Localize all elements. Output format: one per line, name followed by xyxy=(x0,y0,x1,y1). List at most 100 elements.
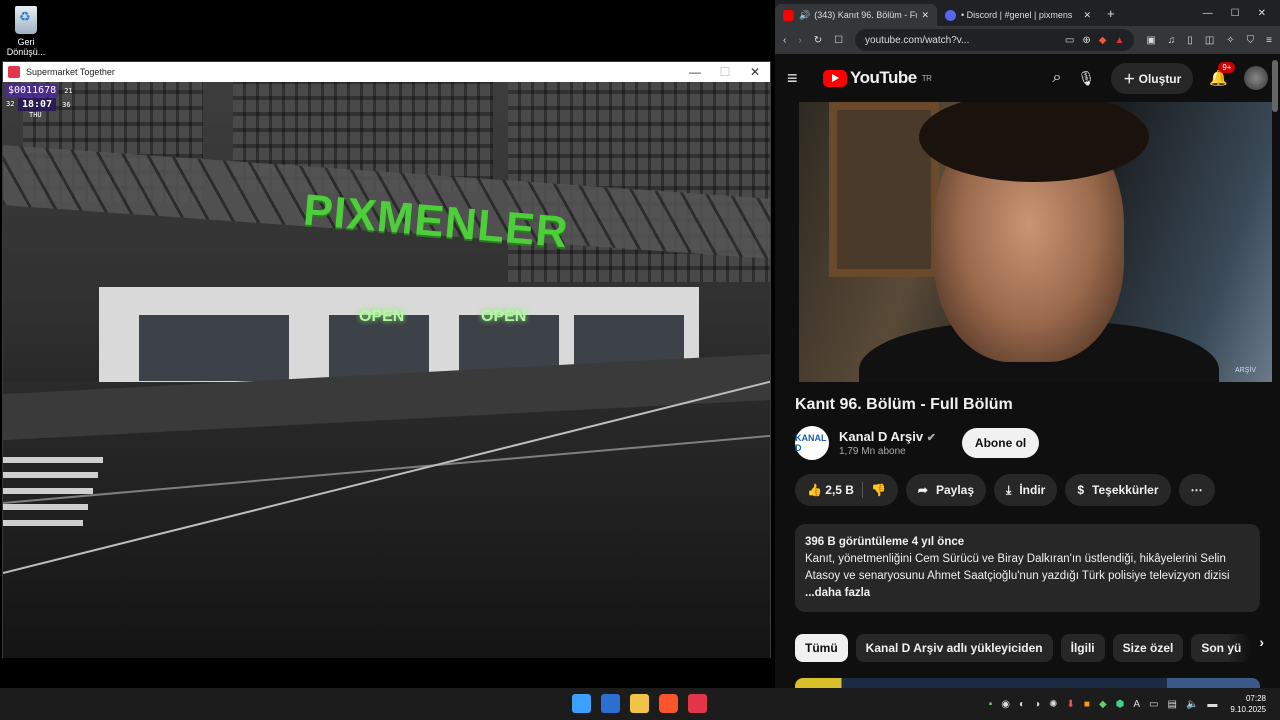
media-icon[interactable]: ♫ xyxy=(1168,35,1176,46)
microphone-icon[interactable]: 🎙 xyxy=(1078,70,1096,87)
leo-icon[interactable]: ✧ xyxy=(1226,35,1234,46)
thanks-label: Teşekkürler xyxy=(1092,483,1159,497)
crosswalk-stripe xyxy=(3,472,98,478)
filter-chips: Tümü Kanal D Arşiv adlı yükleyiciden İlg… xyxy=(775,622,1280,674)
avatar[interactable] xyxy=(1244,66,1268,90)
chip-from-uploader[interactable]: Kanal D Arşiv adlı yükleyiciden xyxy=(855,634,1053,662)
game-hud: $0011678 21 32 18:07 36 THU xyxy=(6,84,73,119)
subscribe-button[interactable]: Abone ol xyxy=(961,428,1040,458)
game-viewport[interactable]: PIXMENLER OPEN OPEN $0011678 21 32 18:07… xyxy=(3,82,770,658)
tray-app-icon[interactable]: ◑ xyxy=(1034,699,1040,710)
menu-icon[interactable]: ≡ xyxy=(1266,35,1272,46)
maximize-button[interactable]: ☐ xyxy=(1231,8,1240,19)
game-titlebar[interactable]: Supermarket Together — ☐ ✕ xyxy=(3,62,770,82)
new-tab-button[interactable]: + xyxy=(1107,6,1115,21)
chip-related[interactable]: İlgili xyxy=(1060,634,1105,662)
store-window xyxy=(139,315,289,381)
share-button[interactable]: ➦ Paylaş xyxy=(905,474,987,506)
tray-app-icon[interactable]: ◉ xyxy=(1001,699,1010,710)
crosswalk-stripe xyxy=(3,504,88,510)
file-explorer-photos-icon[interactable] xyxy=(601,694,620,713)
minimize-button[interactable]: — xyxy=(1203,8,1213,19)
browser-window[interactable]: 🔊 (343) Kanıt 96. Bölüm - Full Bölüm ✕ •… xyxy=(775,0,1280,688)
money-small: 21 xyxy=(64,87,73,95)
url-field[interactable]: youtube.com/watch?v... ▭ ⊕ ◆ ▲ xyxy=(855,29,1135,51)
brave-shield-icon[interactable]: ◆ xyxy=(1099,35,1107,46)
reload-icon[interactable]: ↻ xyxy=(814,35,822,46)
supermarket-together-icon[interactable] xyxy=(688,694,707,713)
zoom-icon[interactable]: ⊕ xyxy=(1082,35,1090,46)
open-sign: OPEN xyxy=(481,308,527,325)
discord-favicon-icon xyxy=(945,9,956,21)
verified-icon: ✔ xyxy=(926,432,936,444)
chip-recent[interactable]: Son yü xyxy=(1191,634,1252,662)
forward-icon[interactable]: › xyxy=(798,35,801,46)
dislike-button[interactable]: 👎 xyxy=(871,483,886,497)
minimize-button[interactable]: — xyxy=(680,65,710,79)
tab-discord[interactable]: • Discord | #genel | pixmens ✕ xyxy=(937,4,1099,26)
thanks-button[interactable]: $ Teşekkürler xyxy=(1065,474,1171,506)
hamburger-menu-icon[interactable]: ≡ xyxy=(787,68,809,89)
brave-browser-icon[interactable] xyxy=(659,694,678,713)
tray-app-icon[interactable]: ◆ xyxy=(1099,699,1107,710)
bookmark-icon[interactable]: ☐ xyxy=(834,35,843,46)
notifications-bell-icon[interactable]: 🔔 9+ xyxy=(1209,62,1236,87)
vpn-icon[interactable]: ⛉ xyxy=(1247,35,1255,46)
like-button[interactable]: 👍 2,5 B xyxy=(807,483,854,497)
description-box[interactable]: 396 B görüntüleme 4 yıl önce Kanıt, yöne… xyxy=(795,524,1260,612)
battery-icon[interactable]: ▬ xyxy=(1207,699,1217,710)
tray-app-icon[interactable]: ■ xyxy=(1084,699,1090,710)
maximize-button[interactable]: ☐ xyxy=(710,65,740,79)
channel-avatar[interactable]: KANAL D xyxy=(795,426,829,460)
youtube-favicon-icon xyxy=(783,9,794,21)
tray-app-icon[interactable]: ⬢ xyxy=(1116,699,1125,710)
volume-icon[interactable]: 🔈 xyxy=(1186,699,1198,710)
chip-all[interactable]: Tümü xyxy=(795,634,848,662)
tray-app-icon[interactable]: ✺ xyxy=(1049,699,1057,710)
system-clock[interactable]: 07:28 9.10.2025 xyxy=(1230,693,1266,715)
close-button[interactable]: ✕ xyxy=(740,65,770,79)
chevron-right-icon[interactable]: › xyxy=(1259,634,1264,662)
show-more-link[interactable]: ...daha fazla xyxy=(805,585,1250,602)
thanks-icon: $ xyxy=(1077,483,1085,497)
cast-icon[interactable]: ▭ xyxy=(1065,35,1074,46)
steam-icon[interactable]: ◐ xyxy=(1019,699,1025,710)
channel-watermark: ARŞİV xyxy=(1234,367,1256,374)
youtube-logo-text: YouTube xyxy=(850,68,917,87)
youtube-logo[interactable]: YouTube TR xyxy=(823,68,932,88)
close-tab-icon[interactable]: ✕ xyxy=(921,10,929,21)
recycle-bin-shortcut[interactable]: Geri Dönüşü... xyxy=(6,4,46,57)
tab-youtube[interactable]: 🔊 (343) Kanıt 96. Bölüm - Full Bölüm ✕ xyxy=(775,4,937,26)
speaker-icon[interactable]: 🔊 xyxy=(799,10,810,21)
recommended-video-thumbnail[interactable] xyxy=(795,678,1260,688)
nvidia-icon[interactable]: ▪ xyxy=(989,699,993,710)
display-icon[interactable]: ▭ xyxy=(1149,699,1158,710)
language-icon[interactable]: A xyxy=(1133,699,1140,710)
game-window-title: Supermarket Together xyxy=(26,67,115,77)
crosswalk-stripe xyxy=(3,520,83,526)
create-button[interactable]: ＋ Oluştur xyxy=(1111,62,1194,94)
brave-rewards-icon[interactable]: ▲ xyxy=(1114,35,1124,46)
close-tab-icon[interactable]: ✕ xyxy=(1083,10,1091,21)
back-icon[interactable]: ‹ xyxy=(783,35,786,46)
start-button-icon[interactable] xyxy=(572,694,591,713)
description-text: Kanıt, yönetmenliğini Cem Sürücü ve Bira… xyxy=(805,553,1230,582)
chip-for-you[interactable]: Size özel xyxy=(1112,634,1184,662)
search-icon[interactable]: ⌕ xyxy=(1053,69,1062,87)
channel-row: KANAL D Kanal D Arşiv ✔ 1,79 Mn abone Ab… xyxy=(775,420,1280,466)
folder-icon[interactable] xyxy=(630,694,649,713)
channel-name[interactable]: Kanal D Arşiv xyxy=(839,429,923,444)
wallet-icon[interactable]: ◫ xyxy=(1205,35,1214,46)
scrollbar[interactable] xyxy=(1272,60,1278,112)
extensions-icon[interactable]: ▣ xyxy=(1146,35,1155,46)
network-icon[interactable]: ▤ xyxy=(1168,699,1177,710)
video-player[interactable]: ARŞİV xyxy=(799,102,1272,382)
tray-app-icon[interactable]: ⬇ xyxy=(1067,699,1075,710)
recycle-bin-label: Geri Dönüşü... xyxy=(6,37,46,57)
download-label: İndir xyxy=(1019,483,1046,497)
download-button[interactable]: ⤓ İndir xyxy=(994,474,1058,506)
close-button[interactable]: ✕ xyxy=(1258,8,1266,19)
sidebar-icon[interactable]: ▯ xyxy=(1187,35,1193,46)
more-actions-button[interactable]: ⋯ xyxy=(1178,474,1215,506)
game-window[interactable]: Supermarket Together — ☐ ✕ PIXMENLER OPE… xyxy=(2,61,771,658)
